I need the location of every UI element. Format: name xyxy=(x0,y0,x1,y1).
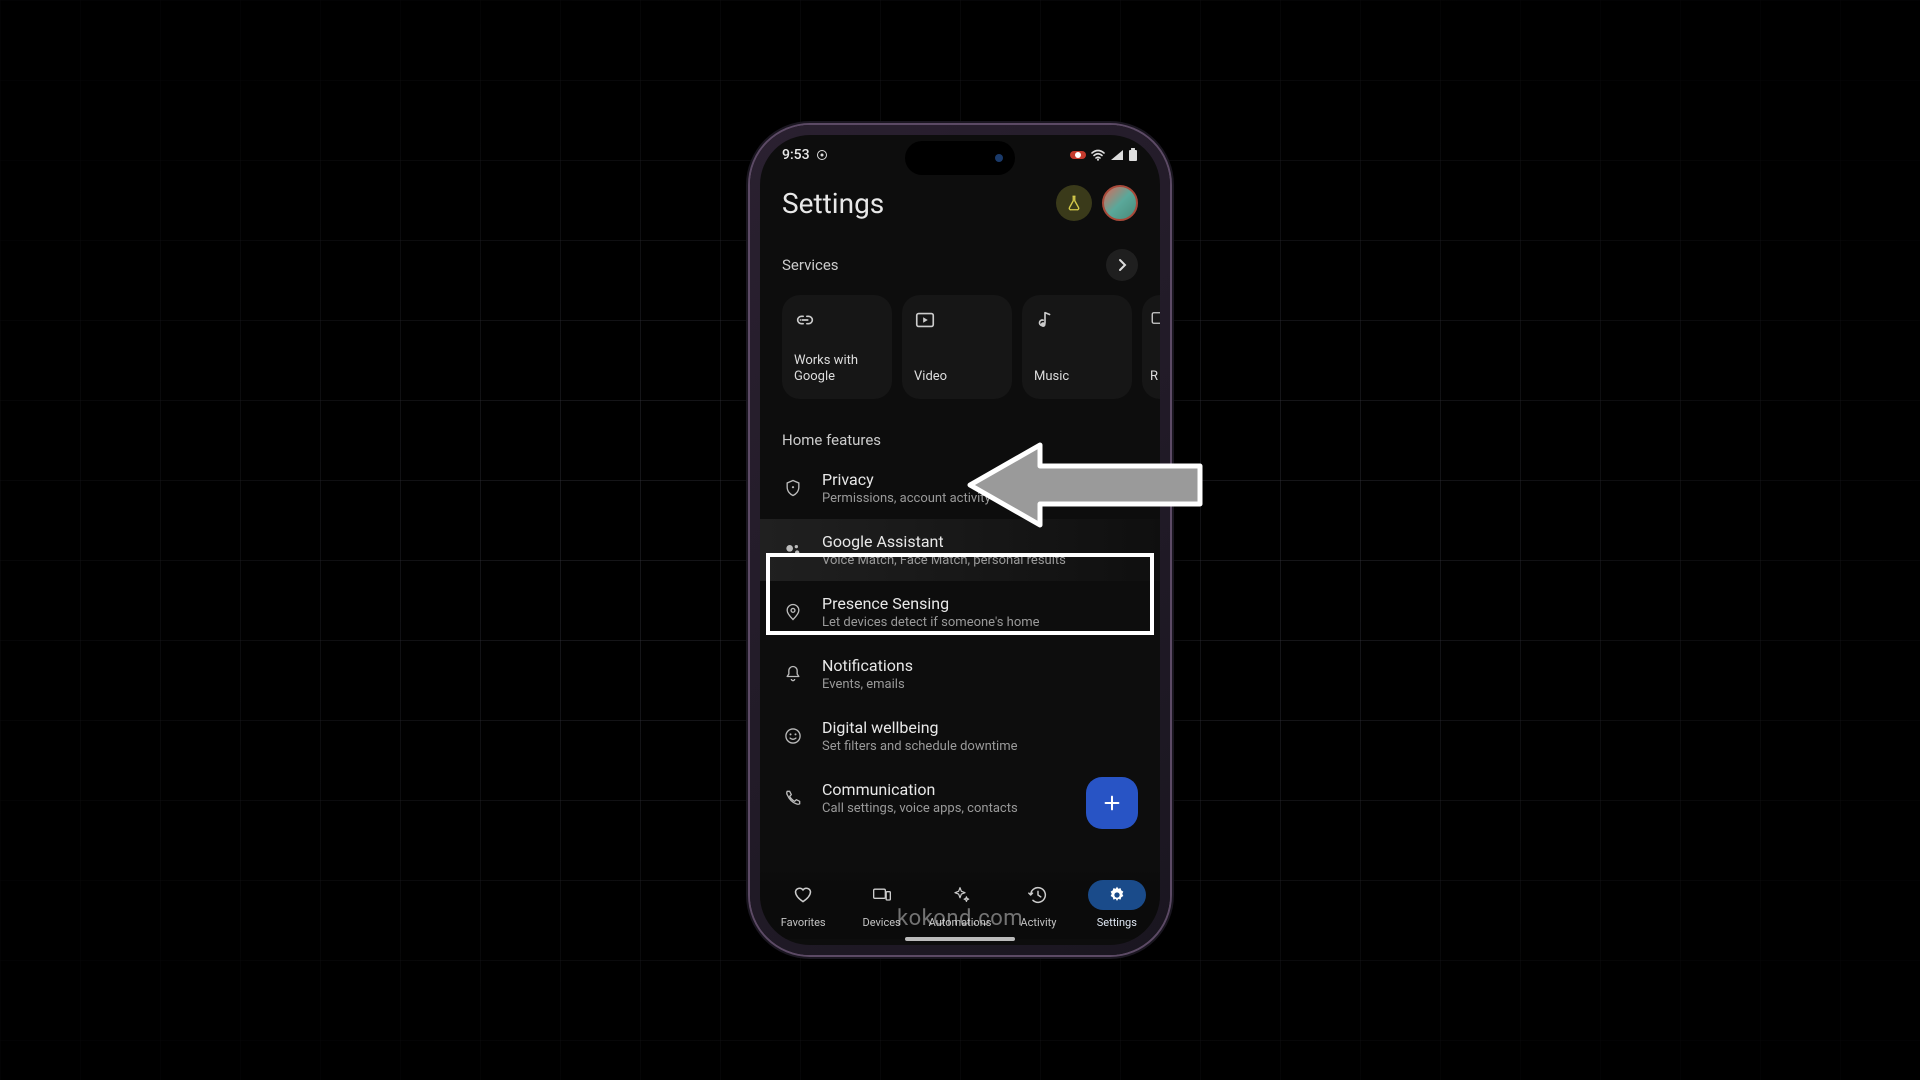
nav-label: Automations xyxy=(929,916,992,929)
service-card-music[interactable]: Music xyxy=(1022,295,1132,399)
heart-icon xyxy=(792,885,814,905)
settings-row-notifications[interactable]: Notifications Events, emails xyxy=(760,643,1160,705)
service-card-label: R xyxy=(1150,369,1160,385)
nav-label: Favorites xyxy=(781,916,826,929)
services-more-button[interactable] xyxy=(1106,249,1138,281)
battery-icon xyxy=(1128,148,1138,162)
nav-label: Settings xyxy=(1097,916,1137,929)
page-title: Settings xyxy=(782,187,884,220)
item-subtitle: Set filters and schedule downtime xyxy=(822,739,1018,754)
service-card-label: Music xyxy=(1034,369,1120,385)
bottom-nav: Favorites Devices Automations Activity xyxy=(760,870,1160,939)
unknown-icon xyxy=(1150,309,1160,327)
service-card-partial[interactable]: R xyxy=(1142,295,1160,399)
target-icon xyxy=(816,149,828,161)
nav-label: Devices xyxy=(862,916,900,929)
camera-dot-icon xyxy=(995,154,1003,162)
wifi-icon xyxy=(1090,149,1106,161)
tutorial-arrow-icon xyxy=(960,430,1210,530)
nav-devices[interactable]: Devices xyxy=(842,880,920,929)
experiments-button[interactable] xyxy=(1056,185,1092,221)
service-card-video[interactable]: Video xyxy=(902,295,1012,399)
page-header: Settings xyxy=(760,167,1160,227)
sparkle-icon xyxy=(949,884,971,906)
link-icon xyxy=(794,309,880,331)
location-pin-icon xyxy=(782,601,804,623)
settings-row-presence-sensing[interactable]: Presence Sensing Let devices detect if s… xyxy=(760,581,1160,643)
status-right xyxy=(1070,148,1138,162)
home-indicator[interactable] xyxy=(905,937,1015,941)
service-card-works-with-google[interactable]: Works with Google xyxy=(782,295,892,399)
wellbeing-icon xyxy=(782,726,804,746)
add-fab-button[interactable] xyxy=(1086,777,1138,829)
status-time: 9:53 xyxy=(782,147,810,163)
services-label: Services xyxy=(782,256,839,274)
flask-icon xyxy=(1065,194,1083,212)
status-left: 9:53 xyxy=(782,147,828,163)
item-title: Presence Sensing xyxy=(822,594,1040,613)
recording-indicator xyxy=(1070,151,1086,159)
nav-automations[interactable]: Automations xyxy=(921,880,999,929)
assistant-dots-icon xyxy=(782,540,804,560)
service-card-label: Works with Google xyxy=(794,353,880,386)
phone-icon xyxy=(782,788,804,808)
item-subtitle: Voice Match, Face Match, personal result… xyxy=(822,553,1066,568)
item-title: Notifications xyxy=(822,656,913,675)
nav-label: Activity xyxy=(1020,916,1056,929)
dynamic-island xyxy=(905,141,1015,175)
plus-icon xyxy=(1101,792,1123,814)
item-subtitle: Call settings, voice apps, contacts xyxy=(822,801,1018,816)
nav-favorites[interactable]: Favorites xyxy=(764,880,842,929)
services-card-row[interactable]: Works with Google Video Music R xyxy=(760,291,1160,403)
cell-signal-icon xyxy=(1110,149,1124,161)
settings-row-digital-wellbeing[interactable]: Digital wellbeing Set filters and schedu… xyxy=(760,705,1160,767)
status-bar: 9:53 xyxy=(760,135,1160,167)
nav-activity[interactable]: Activity xyxy=(999,880,1077,929)
service-card-label: Video xyxy=(914,369,1000,385)
chevron-right-icon xyxy=(1117,258,1127,272)
item-title: Digital wellbeing xyxy=(822,718,1018,737)
phone-frame: 9:53 Sett xyxy=(750,125,1170,955)
bell-icon xyxy=(782,663,804,685)
phone-screen: 9:53 Sett xyxy=(760,135,1160,945)
item-title: Communication xyxy=(822,780,1018,799)
history-icon xyxy=(1027,884,1049,906)
gear-icon xyxy=(1107,885,1127,905)
music-note-icon xyxy=(1034,309,1120,331)
account-avatar[interactable] xyxy=(1102,185,1138,221)
nav-settings[interactable]: Settings xyxy=(1078,880,1156,929)
video-icon xyxy=(914,309,1000,331)
item-subtitle: Events, emails xyxy=(822,677,913,692)
shield-icon xyxy=(782,477,804,499)
devices-icon xyxy=(870,885,894,905)
services-section-header[interactable]: Services xyxy=(760,227,1160,291)
item-subtitle: Let devices detect if someone's home xyxy=(822,615,1040,630)
